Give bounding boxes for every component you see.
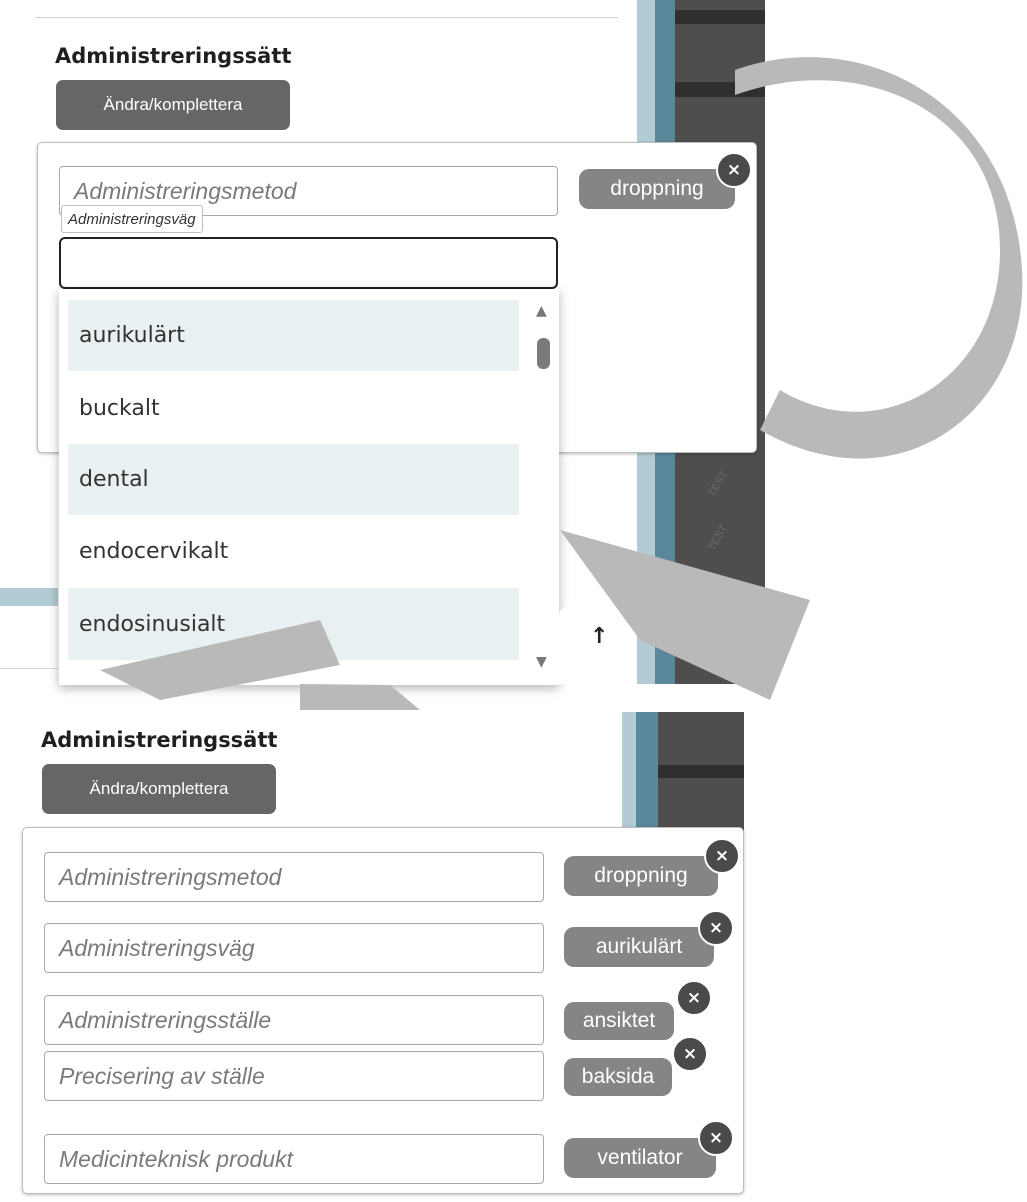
method-input[interactable]: Administreringsmetod: [44, 852, 544, 902]
device-placeholder: Medicinteknisk produkt: [59, 1145, 293, 1172]
option-aurikulart[interactable]: aurikulärt: [68, 300, 519, 371]
option-dentalt[interactable]: dental: [68, 444, 519, 515]
side-dark-bar: [675, 10, 765, 24]
method-placeholder: Administreringsmetod: [74, 177, 297, 204]
divider: [35, 17, 618, 18]
site-precision-input[interactable]: Precisering av ställe: [44, 1051, 544, 1101]
panel-left-line: [0, 668, 58, 669]
scroll-up-arrow[interactable]: ▲: [536, 303, 547, 319]
close-icon[interactable]: ×: [698, 1120, 734, 1156]
section-title: Administreringssätt: [55, 44, 292, 68]
site-input[interactable]: Administreringsställe: [44, 995, 544, 1045]
route-input[interactable]: Administreringsväg: [44, 923, 544, 973]
route-tag: aurikulärt: [564, 927, 714, 967]
side-strip-blue: [636, 712, 658, 837]
panel-left-bg: [0, 588, 58, 606]
device-input[interactable]: Medicinteknisk produkt: [44, 1134, 544, 1184]
edit-button[interactable]: Ändra/komplettera: [42, 764, 276, 814]
close-icon[interactable]: ×: [716, 152, 752, 188]
site-tag: ansiktet: [564, 1002, 674, 1040]
route-label-text: Administreringsväg: [68, 210, 196, 228]
site-precision-placeholder: Precisering av ställe: [59, 1062, 265, 1089]
close-icon[interactable]: ×: [676, 980, 712, 1016]
close-icon[interactable]: ×: [672, 1036, 708, 1072]
method-placeholder: Administreringsmetod: [59, 863, 282, 890]
close-icon[interactable]: ×: [704, 838, 740, 874]
route-placeholder: Administreringsväg: [59, 934, 255, 961]
side-strip-light: [622, 712, 636, 837]
route-input[interactable]: [59, 237, 558, 289]
option-endosinusialt[interactable]: endosinusialt: [68, 588, 519, 660]
method-tag: droppning: [564, 856, 718, 896]
site-placeholder: Administreringsställe: [59, 1006, 272, 1033]
side-dark-bar: [675, 82, 765, 97]
device-tag: ventilator: [564, 1138, 716, 1178]
edit-button[interactable]: Ändra/komplettera: [56, 80, 290, 130]
site-precision-tag: baksida: [564, 1058, 672, 1096]
method-tag: droppning: [579, 169, 735, 209]
arrow-up-icon[interactable]: ↑: [590, 624, 608, 649]
option-endocervikalt[interactable]: endocervikalt: [68, 516, 519, 587]
close-icon[interactable]: ×: [698, 910, 734, 946]
option-buckalt[interactable]: buckalt: [68, 373, 519, 443]
route-label: Administreringsväg: [61, 205, 203, 233]
scroll-down-arrow[interactable]: ▼: [536, 654, 547, 670]
side-dark-bar: [658, 765, 744, 778]
section-title: Administreringssätt: [41, 728, 278, 752]
scrollbar-thumb[interactable]: [537, 338, 550, 369]
